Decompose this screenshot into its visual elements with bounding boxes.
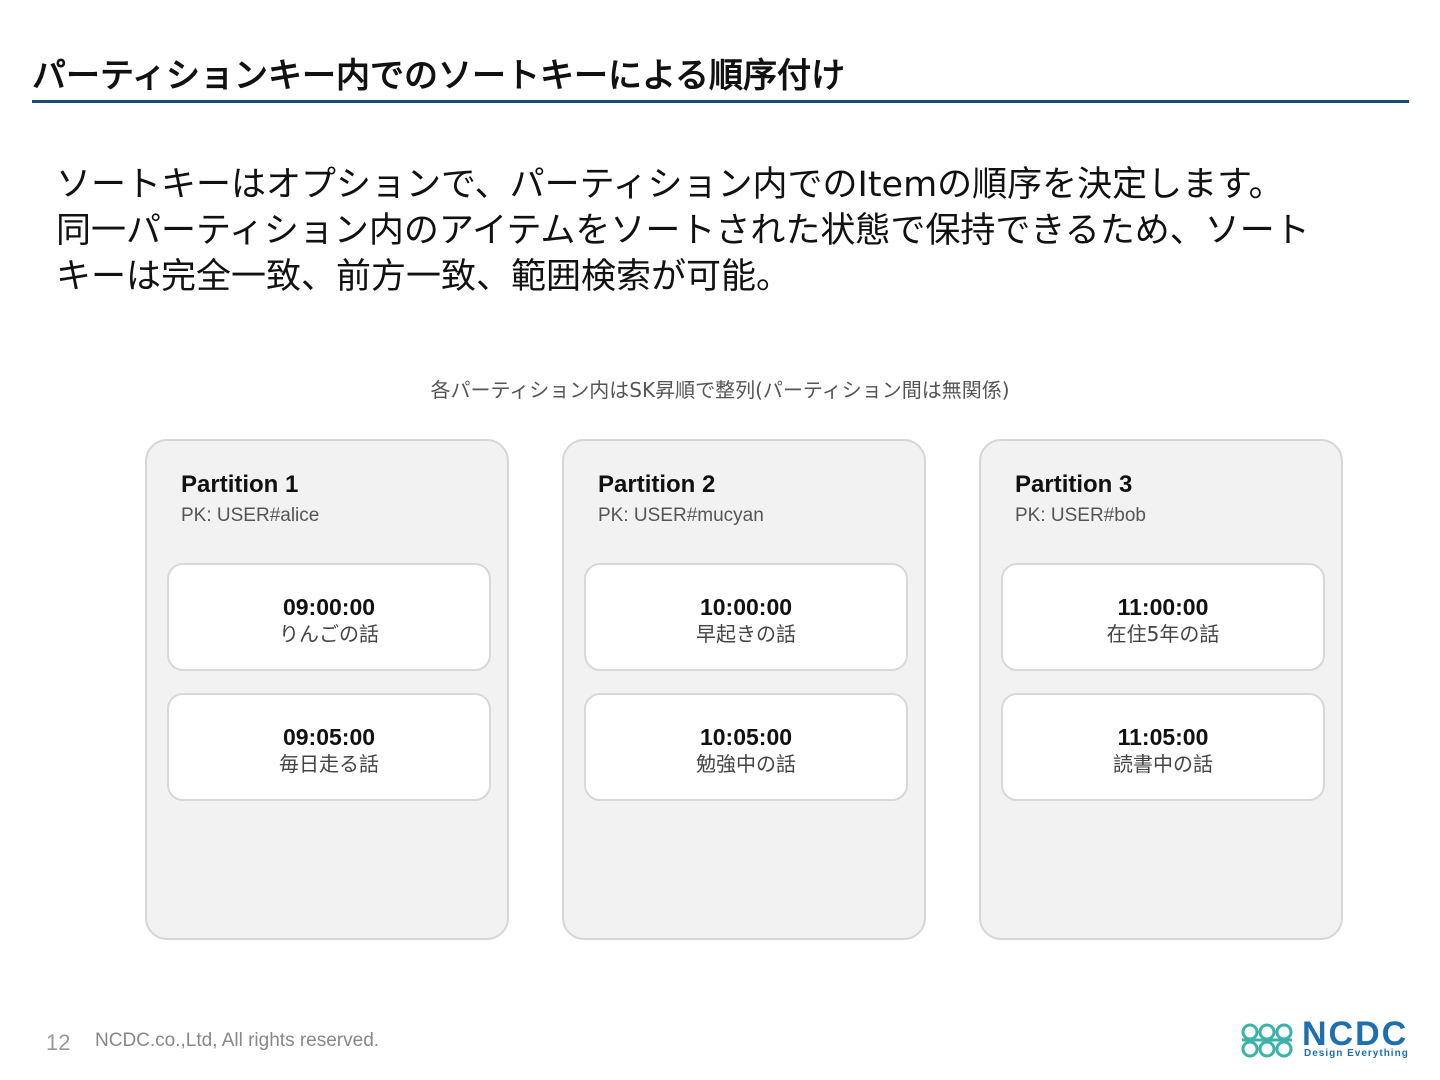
page-number: 12: [46, 1030, 71, 1055]
logo-wordmark: NCDC: [1302, 1015, 1409, 1053]
partition-card-3: Partition 3 PK: USER#bob 11:00:00 在住5年の話…: [979, 439, 1343, 940]
item-sort-key: 10:05:00: [699, 724, 793, 750]
item-text: 勉強中の話: [696, 752, 796, 776]
item-sort-key: 10:00:00: [699, 594, 793, 620]
item-card: 10:00:00 早起きの話: [584, 563, 908, 671]
partition-card-2: Partition 2 PK: USER#mucyan 10:00:00 早起き…: [562, 439, 926, 940]
item-text: 在住5年の話: [1106, 622, 1220, 646]
ncdc-logo-mark-icon: [1241, 1023, 1293, 1058]
logo-tagline: Design Everything: [1304, 1048, 1409, 1059]
partition-card-1: Partition 1 PK: USER#alice 09:00:00 りんごの…: [145, 439, 509, 940]
item-sort-key: 11:00:00: [1117, 594, 1209, 620]
item-text: 早起きの話: [696, 622, 796, 646]
partition-key: PK: USER#alice: [181, 505, 320, 526]
lead-paragraph: ソートキーはオプションで、パーティション内でのItemの順序を決定します。 同一…: [56, 162, 1356, 300]
item-text: 毎日走る話: [279, 752, 379, 776]
lead-line-3: キーは完全一致、前方一致、範囲検索が可能。: [56, 257, 792, 297]
company-logo: NCDC Design Everything: [1238, 1016, 1413, 1064]
partition-key: PK: USER#mucyan: [598, 505, 764, 526]
item-sort-key: 09:00:00: [282, 594, 376, 620]
item-card: 10:05:00 勉強中の話: [584, 693, 908, 801]
diagram-caption: 各パーティション内はSK昇順で整列(パーティション間は無関係): [430, 378, 1010, 402]
item-card: 09:00:00 りんごの話: [167, 563, 491, 671]
item-sort-key: 11:05:00: [1117, 724, 1209, 750]
item-text: 読書中の話: [1113, 752, 1213, 776]
lead-line-1: ソートキーはオプションで、パーティション内でのItemの順序を決定します。: [56, 165, 1284, 205]
item-sort-key: 09:05:00: [282, 724, 376, 750]
partition-key: PK: USER#bob: [1015, 505, 1146, 526]
partition-name: Partition 1: [181, 471, 299, 498]
copyright-notice: NCDC.co.,Ltd, All rights reserved.: [95, 1030, 380, 1051]
item-card: 11:00:00 在住5年の話: [1001, 563, 1325, 671]
partition-name: Partition 2: [598, 471, 716, 498]
partition-name: Partition 3: [1015, 471, 1133, 498]
slide-title: パーティションキー内でのソートキーによる順序付け: [32, 56, 845, 96]
item-card: 11:05:00 読書中の話: [1001, 693, 1325, 801]
item-card: 09:05:00 毎日走る話: [167, 693, 491, 801]
title-divider: [32, 100, 1409, 103]
lead-line-2: 同一パーティション内のアイテムをソートされた状態で保持できるため、ソート: [56, 211, 1310, 251]
item-text: りんごの話: [279, 622, 379, 646]
